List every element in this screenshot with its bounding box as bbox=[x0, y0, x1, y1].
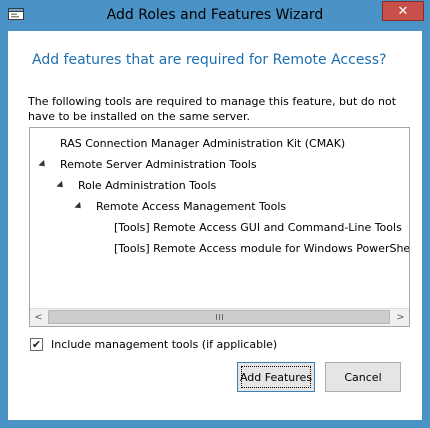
tree-item-label: [Tools] Remote Access module for Windows… bbox=[114, 242, 410, 255]
tree-item-label: [Tools] Remote Access GUI and Command-Li… bbox=[114, 221, 402, 234]
dialog-description: The following tools are required to mana… bbox=[28, 95, 397, 123]
expand-arrow-icon[interactable] bbox=[74, 201, 84, 212]
expand-arrow-icon[interactable] bbox=[38, 159, 48, 170]
tree-item-label: RAS Connection Manager Administration Ki… bbox=[60, 137, 346, 150]
feature-tree[interactable]: RAS Connection Manager Administration Ki… bbox=[29, 127, 410, 327]
close-button[interactable]: ✕ bbox=[382, 1, 424, 21]
title-bar[interactable]: Add Roles and Features Wizard ✕ bbox=[0, 0, 430, 31]
checkmark-icon: ✔ bbox=[31, 337, 42, 351]
dialog-content: Add features that are required for Remot… bbox=[8, 31, 422, 420]
grip-icon bbox=[215, 314, 217, 320]
chevron-left-icon: < bbox=[34, 312, 43, 323]
horizontal-scrollbar[interactable]: < > bbox=[30, 308, 409, 326]
tree-item-label: Remote Access Management Tools bbox=[96, 200, 287, 213]
cancel-button[interactable]: Cancel bbox=[325, 362, 401, 392]
wizard-window: Add Roles and Features Wizard ✕ Add feat… bbox=[0, 0, 430, 428]
tree-item-label: Remote Server Administration Tools bbox=[60, 158, 257, 171]
cancel-label: Cancel bbox=[344, 370, 382, 384]
expand-arrow-icon[interactable] bbox=[56, 180, 66, 191]
tree-item-gui-cli-tools[interactable]: [Tools] Remote Access GUI and Command-Li… bbox=[114, 219, 402, 237]
close-icon: ✕ bbox=[397, 3, 409, 19]
grip-icon bbox=[218, 314, 220, 320]
include-management-tools-option[interactable]: ✔ Include management tools (if applicabl… bbox=[30, 336, 277, 352]
scroll-left-button[interactable]: < bbox=[30, 309, 47, 326]
scroll-right-button[interactable]: > bbox=[392, 309, 409, 326]
tree-item-label: Role Administration Tools bbox=[78, 179, 217, 192]
focus-rectangle bbox=[241, 366, 311, 388]
tree-item-cmak[interactable]: RAS Connection Manager Administration Ki… bbox=[60, 135, 345, 153]
include-tools-label[interactable]: Include management tools (if applicable) bbox=[51, 338, 277, 351]
grip-icon bbox=[221, 314, 223, 320]
scrollbar-thumb[interactable] bbox=[48, 310, 390, 324]
window-title: Add Roles and Features Wizard bbox=[106, 7, 324, 23]
tree-item-powershell-module[interactable]: [Tools] Remote Access module for Windows… bbox=[114, 240, 410, 258]
include-tools-checkbox[interactable]: ✔ bbox=[30, 337, 43, 351]
add-features-button[interactable]: Add Features bbox=[237, 362, 315, 392]
dialog-heading: Add features that are required for Remot… bbox=[32, 52, 387, 68]
chevron-right-icon: > bbox=[396, 312, 405, 323]
